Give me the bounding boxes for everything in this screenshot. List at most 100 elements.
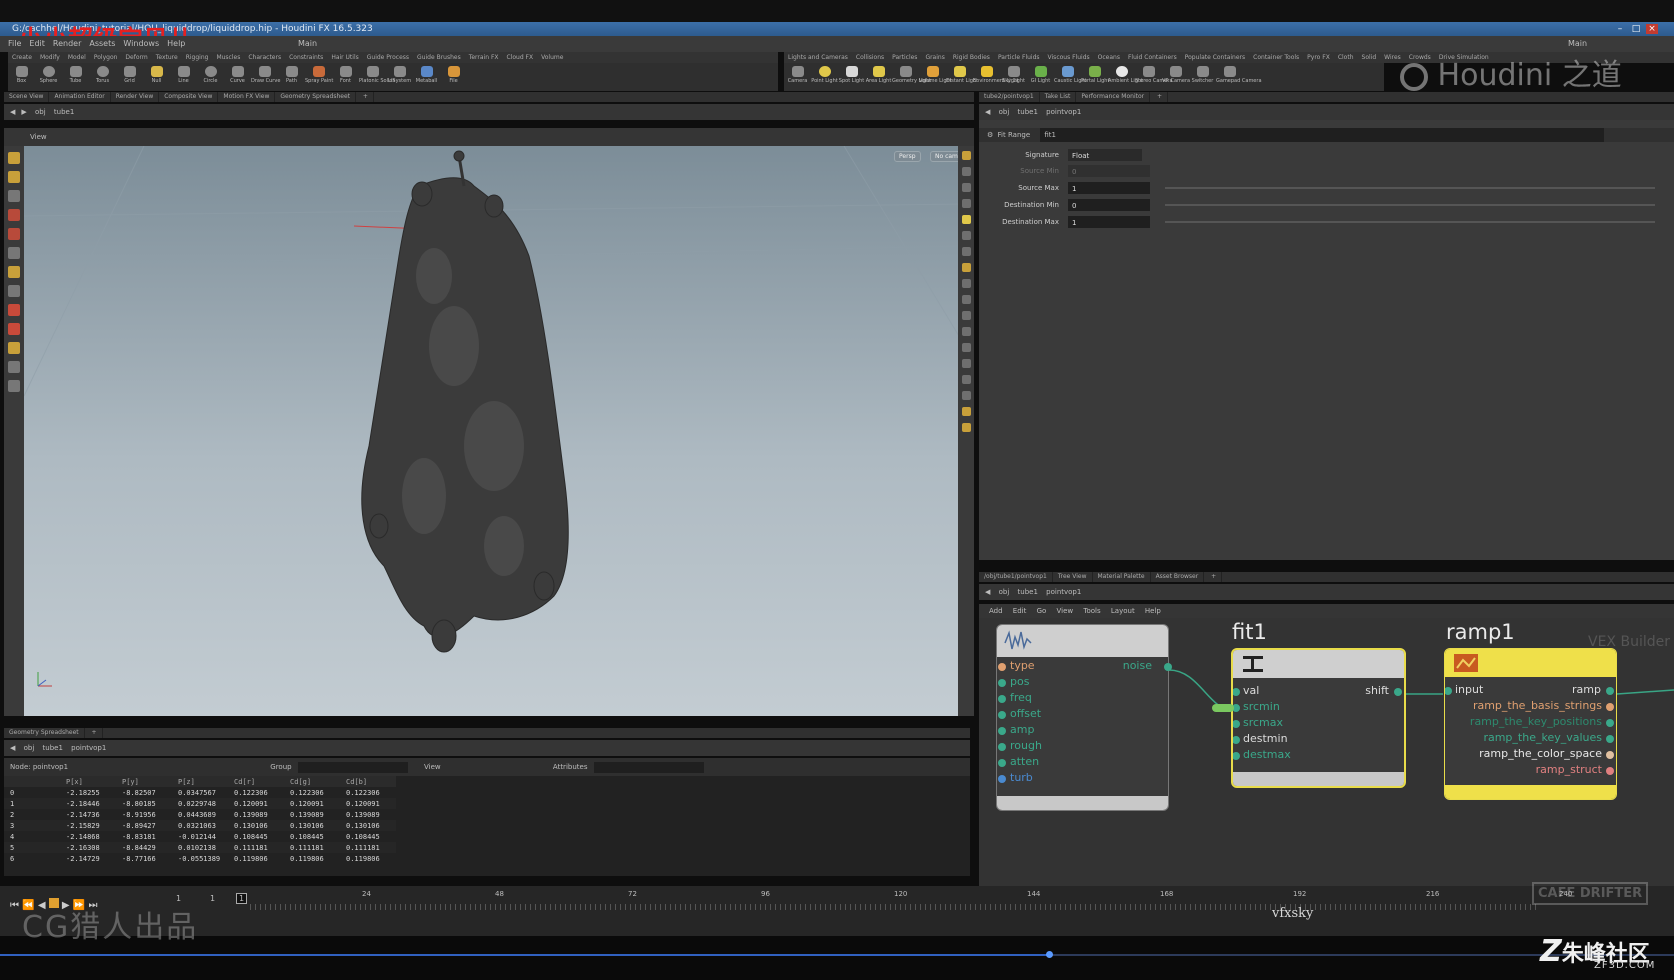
- path-tube1[interactable]: tube1: [54, 108, 74, 116]
- path-pointvop1[interactable]: pointvop1: [71, 744, 106, 752]
- tab-scene-view[interactable]: Scene View: [4, 92, 50, 102]
- shelf-tool-camera[interactable]: Camera: [784, 63, 811, 91]
- shelf-tool-gamepad-camera[interactable]: Gamepad Camera: [1216, 63, 1262, 91]
- view-tool-icon[interactable]: [8, 342, 20, 354]
- tab-geometry-spreadsheet[interactable]: Geometry Spreadsheet: [4, 728, 85, 738]
- display-option-icon[interactable]: [961, 279, 971, 288]
- shelf-tab[interactable]: Deform: [121, 52, 151, 63]
- table-row[interactable]: 0 -2.18255 -8.82507 0.0347567 0.122306 0.1223…: [4, 787, 396, 798]
- port-basis-strings[interactable]: ramp_the_basis_strings: [1473, 699, 1602, 713]
- menu-file[interactable]: File: [8, 39, 21, 48]
- port-dot[interactable]: [998, 759, 1006, 767]
- port-dot[interactable]: [1233, 720, 1240, 728]
- tab-material-palette[interactable]: Material Palette: [1093, 572, 1151, 582]
- display-option-icon[interactable]: [961, 295, 971, 304]
- shelf-tool-torus[interactable]: Torus: [89, 63, 116, 91]
- tab-tree-view[interactable]: Tree View: [1053, 572, 1093, 582]
- handle-tool-icon[interactable]: [8, 266, 20, 278]
- node-name-field[interactable]: fit1: [1040, 128, 1605, 142]
- rotate-tool-icon[interactable]: [8, 228, 20, 240]
- column-header[interactable]: P[x]: [60, 776, 116, 787]
- scale-tool-icon[interactable]: [8, 247, 20, 259]
- shelf-tool-switcher[interactable]: Switcher: [1189, 63, 1216, 91]
- display-option-icon[interactable]: [961, 375, 971, 384]
- port-destmin[interactable]: destmin: [1243, 732, 1288, 746]
- ramp-node-title[interactable]: ramp1: [1446, 620, 1515, 644]
- move-tool-icon[interactable]: [8, 209, 20, 221]
- display-option-icon[interactable]: [961, 327, 971, 336]
- shelf-tool-vr-camera[interactable]: VR Camera: [1162, 63, 1190, 91]
- menu-add[interactable]: Add: [989, 607, 1003, 615]
- port-dot[interactable]: [1606, 735, 1614, 743]
- port-pos[interactable]: pos: [1010, 675, 1029, 689]
- display-option-icon[interactable]: [961, 423, 971, 432]
- path-obj[interactable]: obj: [999, 108, 1010, 116]
- port-val[interactable]: val: [1243, 684, 1259, 698]
- port-color-space[interactable]: ramp_the_color_space: [1479, 747, 1602, 761]
- shelf-tool-distant-light[interactable]: Distant Light: [946, 63, 978, 91]
- signature-dropdown[interactable]: Float: [1068, 149, 1142, 161]
- port-atten[interactable]: atten: [1010, 755, 1039, 769]
- source-max-slider[interactable]: [1165, 187, 1655, 189]
- menu-render[interactable]: Render: [53, 39, 81, 48]
- shelf-tab[interactable]: Fluid Containers: [1124, 52, 1181, 63]
- display-option-icon[interactable]: [961, 359, 971, 368]
- port-dot[interactable]: [1606, 703, 1614, 711]
- shelf-tool-metaball[interactable]: Metaball: [413, 63, 440, 91]
- destination-min-field[interactable]: 0: [1068, 199, 1150, 211]
- display-option-icon[interactable]: [961, 151, 971, 160]
- render-region-icon[interactable]: [8, 361, 20, 373]
- srcmin-input-handle[interactable]: [1212, 704, 1234, 712]
- path-tube1[interactable]: tube1: [43, 744, 63, 752]
- menu-assets[interactable]: Assets: [89, 39, 115, 48]
- shelf-tab[interactable]: Texture: [152, 52, 182, 63]
- display-option-icon[interactable]: [961, 343, 971, 352]
- shelf-tool-area-light[interactable]: Area Light: [865, 63, 892, 91]
- shelf-tab[interactable]: Solid: [1358, 52, 1381, 63]
- forward-icon[interactable]: ▶: [21, 108, 26, 116]
- back-icon[interactable]: ◀: [985, 588, 990, 596]
- port-dot[interactable]: [1445, 687, 1452, 695]
- current-frame[interactable]: 1: [236, 893, 248, 904]
- destination-max-field[interactable]: 1: [1068, 216, 1150, 228]
- shelf-tab[interactable]: Create: [8, 52, 36, 63]
- path-obj[interactable]: obj: [24, 744, 35, 752]
- shelf-tab[interactable]: Particle Fluids: [994, 52, 1044, 63]
- port-freq[interactable]: freq: [1010, 691, 1032, 705]
- minimize-icon[interactable]: –: [1614, 24, 1626, 34]
- shelf-tool-geometry-light[interactable]: Geometry Light: [892, 63, 931, 91]
- view-dropdown[interactable]: View: [424, 763, 441, 771]
- path-pointvop1[interactable]: pointvop1: [1046, 108, 1081, 116]
- shelf-tab[interactable]: Cloud FX: [503, 52, 538, 63]
- tab-take-list[interactable]: Take List: [1040, 92, 1077, 102]
- port-destmax[interactable]: destmax: [1243, 748, 1291, 762]
- port-dot[interactable]: [998, 775, 1006, 783]
- table-row[interactable]: 2 -2.14736 -8.91956 0.0443689 0.139089 0.1390…: [4, 809, 396, 820]
- port-type[interactable]: type: [1010, 659, 1035, 673]
- tab-asset-browser[interactable]: Asset Browser: [1151, 572, 1205, 582]
- port-ramp-struct[interactable]: ramp_struct: [1536, 763, 1602, 777]
- table-row[interactable]: 1 -2.18446 -8.80185 0.0229748 0.120091 0.1200…: [4, 798, 396, 809]
- gear-icon[interactable]: ⚙: [987, 131, 993, 139]
- shelf-tab[interactable]: Volume: [537, 52, 567, 63]
- table-row[interactable]: 6 -2.14729 -8.77166 -0.0551389 0.119806 0.119…: [4, 853, 396, 864]
- column-header[interactable]: Cd[b]: [340, 776, 396, 787]
- shelf-tool-caustic-light[interactable]: Caustic Light: [1054, 63, 1087, 91]
- shelf-tab[interactable]: Cloth: [1334, 52, 1358, 63]
- add-tab-icon[interactable]: +: [358, 92, 374, 102]
- port-dot[interactable]: [998, 695, 1006, 703]
- menu-edit[interactable]: Edit: [29, 39, 45, 48]
- menu-windows[interactable]: Windows: [123, 39, 159, 48]
- port-dot[interactable]: [1606, 767, 1614, 775]
- port-dot[interactable]: [998, 679, 1006, 687]
- shelf-tool-null[interactable]: Null: [143, 63, 170, 91]
- light-icon[interactable]: [961, 215, 971, 224]
- tab-geometry-spreadsheet[interactable]: Geometry Spreadsheet: [275, 92, 356, 102]
- fit-node[interactable]: val srcmin srcmax destmin destmax shift: [1231, 648, 1406, 788]
- port-offset[interactable]: offset: [1010, 707, 1041, 721]
- back-icon[interactable]: ◀: [985, 108, 990, 116]
- tab-performance-monitor[interactable]: Performance Monitor: [1076, 92, 1151, 102]
- column-header[interactable]: P[y]: [116, 776, 172, 787]
- group-field[interactable]: [297, 761, 408, 773]
- destination-min-slider[interactable]: [1165, 204, 1655, 206]
